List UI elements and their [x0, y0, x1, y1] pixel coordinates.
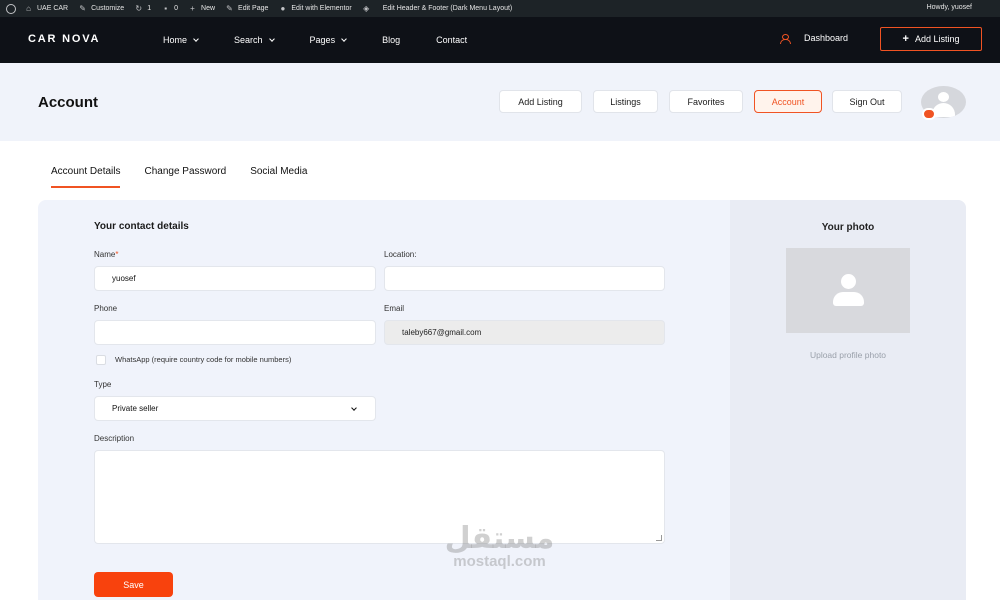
- whatsapp-checkbox[interactable]: [96, 355, 106, 365]
- page-title: Account: [38, 94, 98, 111]
- nav-pages[interactable]: Pages: [310, 35, 347, 45]
- elementor-icon: ●: [280, 4, 286, 13]
- phone-label: Phone: [94, 304, 118, 313]
- admin-bar-comments[interactable]: ▪ 0: [161, 4, 178, 13]
- plus-icon: +: [190, 4, 195, 13]
- admin-bar-customize[interactable]: ✎ Customize: [78, 4, 124, 13]
- nav-search[interactable]: Search: [234, 35, 275, 45]
- wordpress-logo-icon[interactable]: [6, 3, 16, 14]
- nav-dashboard[interactable]: Dashboard: [780, 33, 848, 44]
- email-field: taleby667@gmail.com: [384, 320, 665, 345]
- nav-contact[interactable]: Contact: [436, 35, 467, 45]
- sign-out-button[interactable]: Sign Out: [832, 90, 902, 113]
- site-logo[interactable]: CAR NOVA: [28, 33, 100, 45]
- save-button[interactable]: Save: [94, 572, 173, 597]
- admin-bar-site[interactable]: ⌂ UAE CAR: [24, 4, 68, 13]
- main-nav: CAR NOVA Home Search Pages Blog Contact …: [0, 17, 1000, 63]
- description-label: Description: [94, 434, 135, 443]
- plus-icon: +: [902, 33, 909, 45]
- type-select[interactable]: Private seller: [94, 396, 376, 421]
- admin-bar-edit-page[interactable]: ✎ Edit Page: [225, 4, 268, 13]
- layers-icon: ◈: [363, 4, 370, 13]
- resize-handle-icon[interactable]: [656, 535, 662, 541]
- name-label: Name*: [94, 250, 119, 259]
- user-placeholder-icon: [841, 274, 856, 289]
- admin-bar-header-footer[interactable]: ◈ Edit Header & Footer (Dark Menu Layout): [362, 4, 512, 13]
- watermark-arabic: مستقل: [444, 521, 555, 556]
- home-icon: ⌂: [26, 4, 31, 13]
- refresh-icon: ↻: [135, 4, 143, 13]
- watermark: مستقل mostaql.com: [437, 524, 562, 570]
- upload-photo-link[interactable]: Upload profile photo: [730, 350, 966, 360]
- nav-blog[interactable]: Blog: [382, 35, 400, 45]
- admin-bar-elementor[interactable]: ● Edit with Elementor: [278, 4, 351, 13]
- chevron-down-icon: [341, 35, 347, 42]
- tab-account-details[interactable]: Account Details: [51, 166, 121, 188]
- admin-bar-howdy[interactable]: Howdy, yuosef: [927, 4, 972, 11]
- pencil-icon: ✎: [226, 4, 233, 13]
- description-textarea[interactable]: [94, 450, 665, 544]
- chevron-down-icon: [268, 35, 275, 42]
- profile-photo-placeholder[interactable]: [786, 248, 910, 333]
- account-header: Account Add Listing Listings Favorites A…: [0, 63, 1000, 141]
- email-label: Email: [384, 304, 405, 313]
- nav-add-listing-button[interactable]: + Add Listing: [880, 27, 982, 51]
- user-icon: [780, 33, 791, 44]
- admin-bar-updates[interactable]: ↻ 1: [134, 4, 151, 13]
- type-label: Type: [94, 380, 112, 389]
- photo-panel: Your photo Upload profile photo: [730, 200, 966, 600]
- admin-bar: ⌂ UAE CAR ✎ Customize ↻ 1 ▪ 0 + New ✎ Edit Pag…: [0, 0, 1000, 17]
- tab-change-password[interactable]: Change Password: [144, 166, 226, 186]
- photo-title: Your photo: [821, 222, 875, 233]
- admin-bar-new[interactable]: + New: [188, 4, 215, 13]
- comment-icon: ▪: [164, 4, 168, 13]
- location-label: Location:: [384, 250, 417, 259]
- nav-home[interactable]: Home: [163, 35, 199, 45]
- chevron-down-icon: [193, 35, 199, 42]
- section-title: Your contact details: [94, 221, 189, 232]
- listings-button[interactable]: Listings: [593, 90, 658, 113]
- account-tabs: Account Details Change Password Social M…: [51, 166, 331, 188]
- name-field[interactable]: yuosef: [94, 266, 376, 291]
- whatsapp-label: WhatsApp (require country code for mobil…: [115, 355, 292, 364]
- brush-icon: ✎: [79, 4, 86, 13]
- phone-field[interactable]: [94, 320, 376, 345]
- avatar[interactable]: [921, 86, 966, 120]
- notification-badge: [922, 108, 936, 120]
- type-selected-value: Private seller: [112, 404, 159, 413]
- watermark-latin: mostaql.com: [453, 553, 546, 570]
- account-button[interactable]: Account: [754, 90, 822, 113]
- add-listing-button[interactable]: Add Listing: [499, 90, 582, 113]
- favorites-button[interactable]: Favorites: [669, 90, 743, 113]
- chevron-down-icon: [351, 405, 357, 411]
- tab-social-media[interactable]: Social Media: [250, 166, 307, 186]
- nav-links: Home Search Pages Blog Contact: [163, 17, 503, 63]
- location-field[interactable]: [384, 266, 665, 291]
